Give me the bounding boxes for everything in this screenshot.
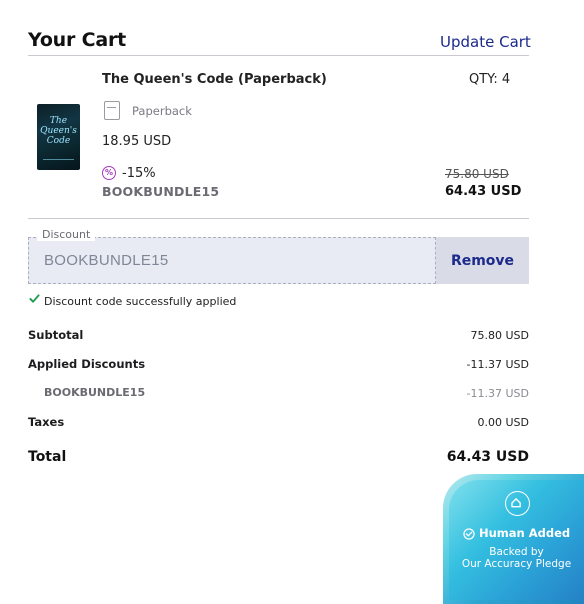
discount-code-input[interactable] (28, 237, 436, 284)
book-icon (104, 101, 120, 120)
discount-percent: -15% (122, 166, 156, 181)
applied-discounts-value: -11.37 USD (466, 358, 529, 371)
product-title[interactable]: The Queen's Code (Paperback) (102, 72, 327, 87)
checkmark-icon (29, 294, 40, 303)
cover-divider (43, 159, 74, 160)
discount-line-label: BOOKBUNDLE15 (44, 386, 146, 399)
discount-success-message: Discount code successfully applied (44, 295, 237, 308)
header-divider (28, 55, 529, 56)
update-cart-link[interactable]: Update Cart (440, 33, 531, 51)
original-price: 75.80 USD (445, 167, 509, 181)
quantity-label: QTY: 4 (469, 72, 511, 87)
subtotal-value: 75.80 USD (470, 329, 530, 342)
percent-badge-icon: % (102, 166, 116, 180)
cover-title: The Queen's Code (40, 116, 77, 146)
badge-title: Human Added (479, 526, 571, 540)
unit-price: 18.95 USD (102, 134, 172, 149)
format-label: Paperback (132, 104, 192, 118)
badge-line-1: Backed by (489, 546, 544, 558)
taxes-label: Taxes (28, 415, 65, 429)
discount-line-value: -11.37 USD (466, 387, 529, 400)
discounted-price: 64.43 USD (445, 184, 522, 199)
cart-title: Your Cart (28, 29, 126, 51)
taxes-value: 0.00 USD (477, 416, 530, 429)
discount-code-label: BOOKBUNDLE15 (102, 184, 220, 199)
subtotal-label: Subtotal (28, 328, 84, 342)
badge-line-2: Our Accuracy Pledge (461, 558, 572, 570)
applied-discounts-label: Applied Discounts (28, 357, 146, 371)
book-cover-image: The Queen's Code (37, 104, 80, 170)
home-shield-icon (505, 491, 530, 516)
check-circle-icon (463, 528, 475, 540)
remove-discount-button[interactable]: Remove (436, 237, 529, 284)
total-value: 64.43 USD (446, 449, 529, 465)
total-label: Total (28, 449, 67, 465)
item-divider (28, 218, 529, 219)
